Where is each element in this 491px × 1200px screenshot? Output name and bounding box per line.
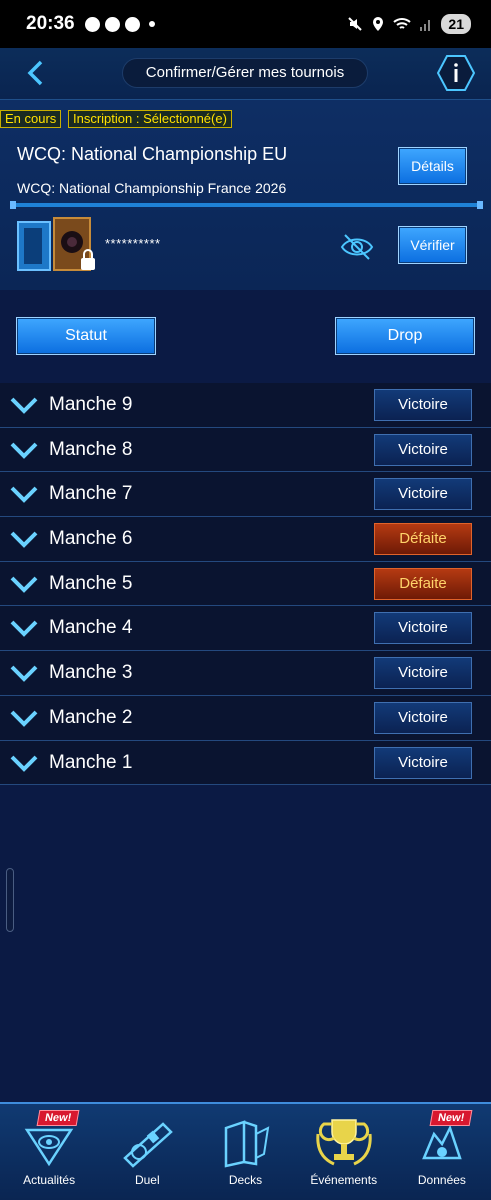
registration-badge: Inscription : Sélectionné(e) [68,110,232,128]
nav-label: Données [417,1173,466,1187]
chevron-down-icon [10,486,38,504]
eye-hidden-icon[interactable] [340,232,374,262]
scrollbar[interactable] [6,868,14,932]
round-row[interactable]: Manche 5 Défaite [0,561,491,607]
deck-box-icon [224,1120,269,1168]
round-label: Manche 9 [49,394,133,415]
verify-button[interactable]: Vérifier [398,226,467,264]
nav-donnees[interactable]: New! Données [393,1104,491,1200]
rounds-list: Manche 9 Victoire Manche 8 Victoire Manc… [0,383,491,786]
round-row[interactable]: Manche 7 Victoire [0,472,491,518]
round-label: Manche 1 [49,751,133,773]
system-icons: 21 [347,14,471,34]
nav-evenements[interactable]: Événements [295,1104,393,1200]
discord-icon [124,16,140,32]
chevron-down-icon [10,397,38,414]
messenger-icon [84,16,100,32]
new-badge: New! [36,1110,80,1126]
nav-label: Événements [310,1173,378,1187]
nav-duel[interactable]: Duel [98,1104,196,1200]
round-result-loss: Défaite [374,567,472,600]
round-row[interactable]: Manche 2 Victoire [0,695,491,741]
round-label: Manche 4 [49,617,133,639]
details-button[interactable]: Détails [398,147,467,185]
chevron-down-icon [10,621,38,638]
round-result-win: Victoire [374,433,472,466]
round-row[interactable]: Manche 4 Victoire [0,606,491,652]
nav-actualites[interactable]: New! Actualités [0,1104,98,1200]
screen-header: Confirmer/Gérer mes tournois [0,48,491,100]
status-time: 20:36 [26,13,75,34]
chevron-down-icon [10,755,38,772]
location-icon [373,17,384,31]
status-bar: 20:36 21 [0,0,491,48]
wifi-icon [393,18,412,29]
trophy-icon [316,1119,372,1166]
round-row[interactable]: Manche 8 Victoire [0,427,491,473]
round-result-win: Victoire [374,657,472,690]
panel-divider [10,201,483,209]
new-badge: New! [429,1110,473,1126]
round-result-win: Victoire [374,478,472,511]
tournament-subtitle: WCQ: National Championship France 2026 [17,180,287,196]
nav-label: Decks [228,1173,263,1187]
chevron-down-icon [10,576,38,593]
round-result-win: Victoire [374,612,472,645]
statut-button[interactable]: Statut [16,317,156,355]
chevron-left-icon [27,60,43,86]
signal-icon [420,20,431,31]
nav-label: Actualités [23,1173,76,1187]
round-result-win: Victoire [374,389,472,421]
back-button[interactable] [18,56,52,90]
deck-code-masked: ********** [105,236,161,251]
round-label: Manche 5 [49,572,133,594]
deck-case-icon [17,217,95,271]
round-result-win: Victoire [374,701,472,734]
round-result-loss: Défaite [374,523,472,556]
duel-disk-icon [123,1122,174,1168]
chevron-down-icon [10,665,38,682]
bottom-navigation: New! Actualités Duel Decks Événements Ne… [0,1102,491,1200]
round-row[interactable]: Manche 9 Victoire [0,383,491,428]
tournament-name: WCQ: National Championship EU [17,144,288,164]
round-row[interactable]: Manche 3 Victoire [0,651,491,696]
notification-icons [84,16,155,32]
page-title: Confirmer/Gérer mes tournois [122,58,368,88]
round-label: Manche 6 [49,528,133,550]
round-result-win: Victoire [374,746,472,779]
chevron-down-icon [10,531,38,548]
drop-button[interactable]: Drop [335,317,475,355]
round-label: Manche 3 [49,662,133,684]
nav-label: Duel [134,1173,160,1187]
battery-indicator: 21 [441,14,471,34]
chevron-down-icon [10,442,38,459]
status-badge: En cours [0,110,62,128]
round-label: Manche 2 [49,706,133,728]
chevron-down-icon [10,710,38,727]
round-row[interactable]: Manche 1 Victoire [0,740,491,786]
round-label: Manche 8 [49,438,133,460]
info-icon[interactable] [437,54,475,92]
round-label: Manche 7 [49,483,133,505]
mute-icon [348,17,363,31]
round-row[interactable]: Manche 6 Défaite [0,517,491,562]
more-notifications-dot [148,21,155,27]
nav-decks[interactable]: Decks [196,1104,294,1200]
messenger-icon [104,16,120,32]
